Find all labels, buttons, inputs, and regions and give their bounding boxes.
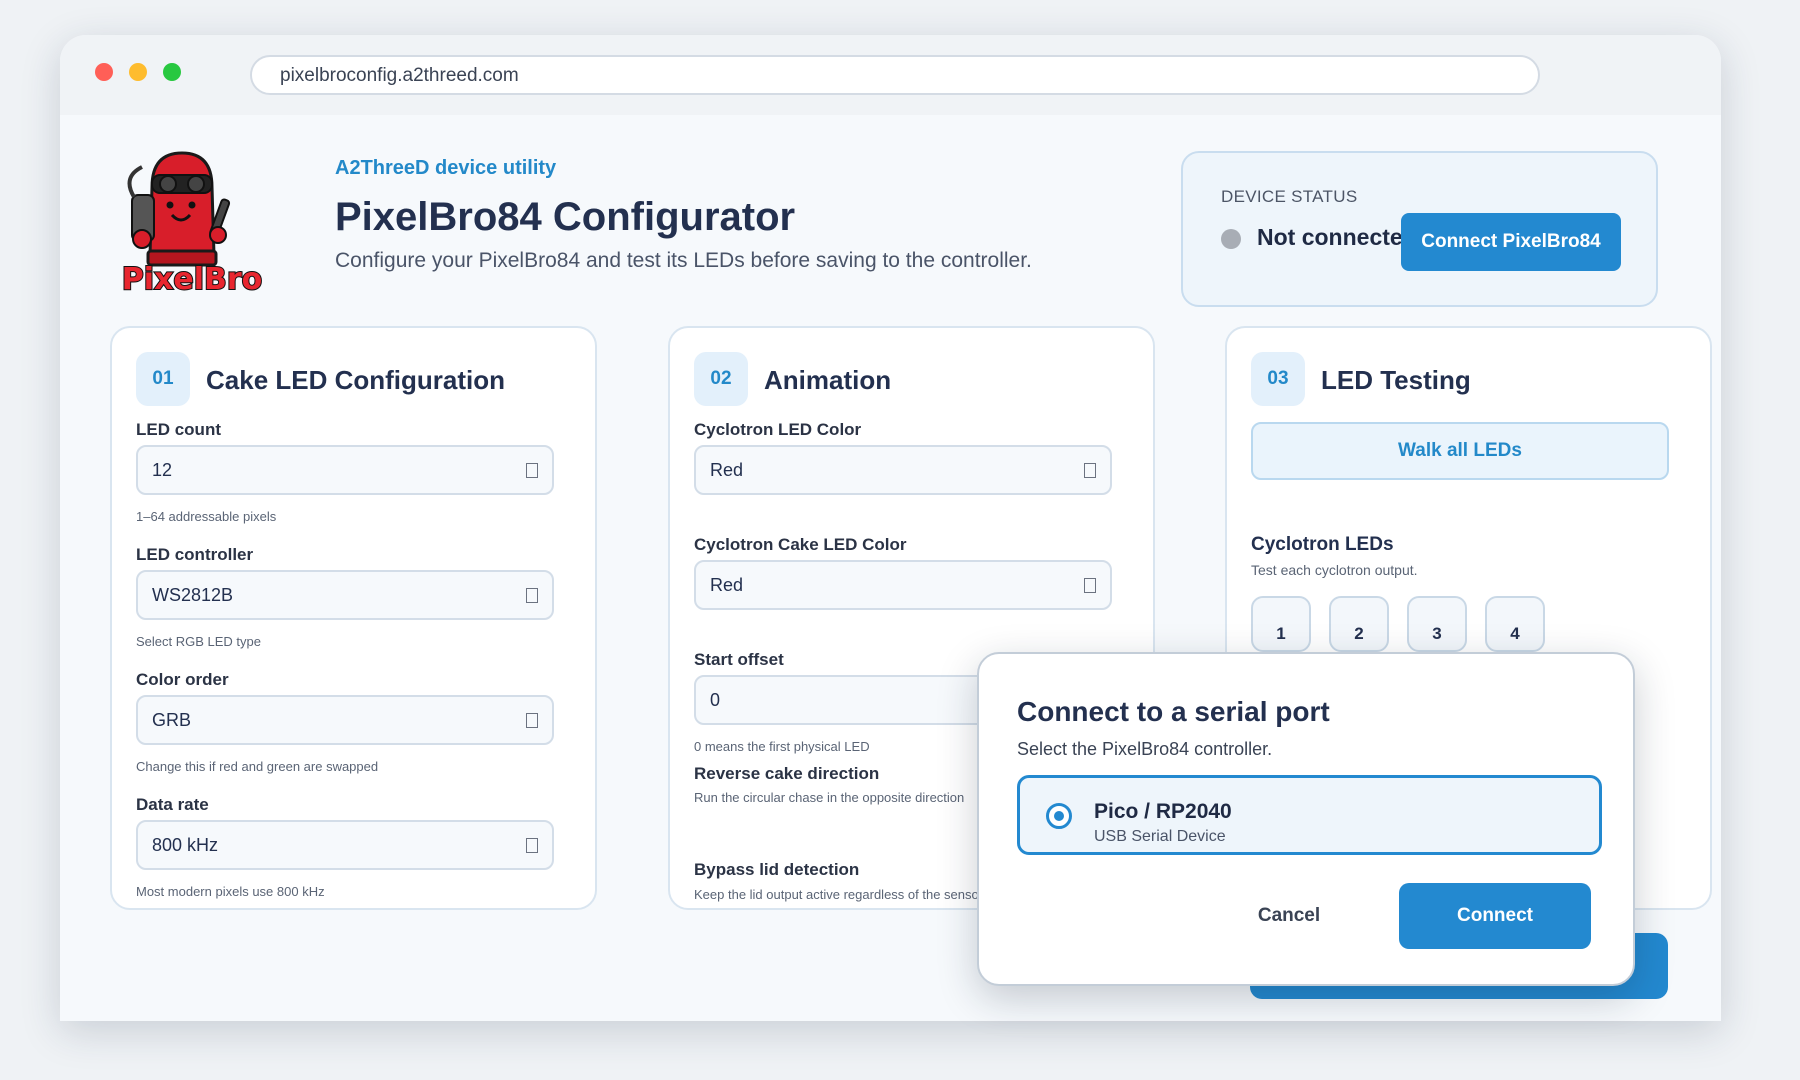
port-name: Pico / RP2040 (1094, 800, 1232, 823)
color-order-value: GRB (152, 710, 192, 730)
serial-port-option[interactable]: Pico / RP2040 USB Serial Device (1017, 775, 1602, 855)
section-number-badge: 01 (136, 352, 190, 406)
data-rate-label: Data rate (136, 795, 209, 814)
radio-selected-icon[interactable] (1046, 803, 1072, 829)
led-controller-label: LED controller (136, 545, 254, 564)
port-description: USB Serial Device (1094, 828, 1226, 845)
close-window-button[interactable] (95, 63, 113, 81)
test-led-1-button[interactable]: 1 (1251, 596, 1311, 652)
led-count-hint: 1–64 addressable pixels (136, 509, 277, 524)
led-count-field[interactable]: 12 (136, 445, 554, 495)
cake-color-value: Red (710, 575, 744, 595)
address-bar[interactable]: pixelbroconfig.a2threed.com (250, 55, 1540, 95)
led-count-value: 12 (152, 460, 173, 480)
led-controller-value: WS2812B (152, 585, 234, 605)
browser-titlebar: pixelbroconfig.a2threed.com (60, 35, 1721, 115)
device-status-card: DEVICE STATUS Not connected Connect Pixe… (1181, 151, 1658, 307)
page-subtitle: Configure your PixelBro84 and test its L… (335, 249, 1032, 272)
page-title: PixelBro84 Configurator (335, 195, 796, 239)
cyclotron-leds-subtitle: Test each cyclotron output. (1251, 562, 1418, 578)
eyebrow-text: A2ThreeD device utility (335, 157, 557, 179)
cancel-button[interactable]: Cancel (1189, 883, 1389, 949)
start-offset-label: Start offset (694, 650, 784, 669)
dropdown-icon (526, 838, 538, 853)
pixelbro-logo: PixelBro (112, 147, 272, 298)
card-title: LED Testing (1321, 365, 1471, 395)
svg-text:PixelBro: PixelBro (122, 262, 263, 297)
color-order-select[interactable]: GRB (136, 695, 554, 745)
card-title: Animation (764, 365, 892, 395)
connect-device-button[interactable]: Connect PixelBro84 (1401, 213, 1621, 271)
color-order-label: Color order (136, 670, 229, 689)
card-title: Cake LED Configuration (206, 365, 506, 395)
bypass-lid-label: Bypass lid detection (694, 860, 860, 879)
walk-all-leds-button[interactable]: Walk all LEDs (1251, 422, 1669, 480)
cyclotron-color-select[interactable]: Red (694, 445, 1112, 495)
dropdown-icon (526, 463, 538, 478)
dropdown-icon (1084, 463, 1096, 478)
maximize-window-button[interactable] (163, 63, 181, 81)
cyclotron-color-value: Red (710, 460, 744, 480)
data-rate-value: 800 kHz (152, 835, 219, 855)
status-indicator-icon (1221, 229, 1241, 249)
section-number-badge: 02 (694, 352, 748, 406)
section-number-badge: 03 (1251, 352, 1305, 406)
led-controller-hint: Select RGB LED type (136, 634, 261, 649)
led-controller-select[interactable]: WS2812B (136, 570, 554, 620)
dialog-title: Connect to a serial port (1017, 696, 1330, 727)
reverse-direction-hint: Run the circular chase in the opposite d… (694, 790, 965, 805)
data-rate-select[interactable]: 800 kHz (136, 820, 554, 870)
dialog-subtitle: Select the PixelBro84 controller. (1017, 739, 1273, 759)
test-led-4-button[interactable]: 4 (1485, 596, 1545, 652)
led-count-label: LED count (136, 420, 221, 439)
device-status-text: Not connected (1257, 224, 1402, 250)
minimize-window-button[interactable] (129, 63, 147, 81)
data-rate-hint: Most modern pixels use 800 kHz (136, 884, 325, 899)
connect-port-button[interactable]: Connect (1399, 883, 1591, 949)
dropdown-icon (526, 588, 538, 603)
reverse-direction-label: Reverse cake direction (694, 764, 880, 783)
cyclotron-leds-title: Cyclotron LEDs (1251, 534, 1394, 555)
cake-color-select[interactable]: Red (694, 560, 1112, 610)
bypass-lid-hint: Keep the lid output active regardless of… (694, 887, 984, 902)
cyclotron-color-label: Cyclotron LED Color (694, 420, 862, 439)
start-offset-hint: 0 means the first physical LED (694, 739, 870, 754)
serial-port-dialog: Connect to a serial port Select the Pixe… (977, 652, 1635, 986)
test-led-3-button[interactable]: 3 (1407, 596, 1467, 652)
color-order-hint: Change this if red and green are swapped (136, 759, 379, 774)
cake-color-label: Cyclotron Cake LED Color (694, 535, 907, 554)
dropdown-icon (526, 713, 538, 728)
cake-led-config-card: 01 Cake LED Configuration LED count 12 1… (110, 326, 597, 910)
device-status-label: DEVICE STATUS (1221, 187, 1358, 206)
dropdown-icon (1084, 578, 1096, 593)
start-offset-value: 0 (710, 690, 721, 710)
test-led-2-button[interactable]: 2 (1329, 596, 1389, 652)
